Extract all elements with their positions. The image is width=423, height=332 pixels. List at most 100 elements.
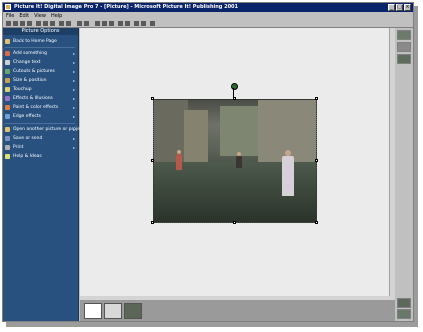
sidebar-item-touchup[interactable]: Touchup ▸ <box>3 85 78 94</box>
cutout-icon <box>5 69 10 74</box>
sidebar-item-print[interactable]: Print ▸ <box>3 143 78 152</box>
open-icon[interactable] <box>13 21 18 26</box>
chevron-right-icon: ▸ <box>72 127 75 132</box>
filmstrip-thumbnail[interactable] <box>84 303 102 319</box>
sidebar-divider <box>5 47 75 48</box>
app-icon[interactable] <box>5 4 11 10</box>
cut-icon[interactable] <box>36 21 41 26</box>
add-icon <box>5 51 10 56</box>
sidebar-item-edge-effects[interactable]: Edge effects ▸ <box>3 112 78 121</box>
close-button[interactable]: × <box>404 4 411 11</box>
paste-icon[interactable] <box>50 21 55 26</box>
picture-options-sidebar: Picture Options Back to Home Page Add so… <box>3 28 84 321</box>
right-thumbnail[interactable] <box>397 298 411 308</box>
sidebar-item-label: Back to Home Page <box>13 39 57 44</box>
zoom-out-icon[interactable] <box>84 21 89 26</box>
sidebar-item-label: Size & position <box>13 78 47 83</box>
sidebar-item-change-text[interactable]: Change text ▸ <box>3 58 78 67</box>
stack-icon[interactable] <box>141 21 146 26</box>
resize-icon <box>5 78 10 83</box>
edge-icon <box>5 114 10 119</box>
sidebar-item-label: Edge effects <box>13 114 41 119</box>
photo-person-center <box>236 156 242 168</box>
sidebar-divider <box>5 123 75 124</box>
window-controls: _ □ × <box>388 4 411 11</box>
chevron-right-icon: ▸ <box>72 78 75 83</box>
menu-help[interactable]: Help <box>51 12 62 20</box>
undo-icon[interactable] <box>59 21 64 26</box>
chevron-right-icon: ▸ <box>72 51 75 56</box>
menu-bar: File Edit View Help <box>3 12 413 20</box>
photo-rock-center <box>220 106 260 156</box>
chevron-right-icon: ▸ <box>72 60 75 65</box>
sidebar-item-help-ideas[interactable]: Help & Ideas <box>3 152 78 161</box>
menu-view[interactable]: View <box>34 12 46 20</box>
resize-handle-right[interactable] <box>315 159 318 162</box>
title-bar[interactable]: Picture It! Digital Image Pro 7 - [Pictu… <box>3 3 413 12</box>
sidebar-item-paint-color[interactable]: Paint & color effects ▸ <box>3 103 78 112</box>
menu-file[interactable]: File <box>6 12 14 20</box>
sidebar-item-label: Print <box>13 145 24 150</box>
photo-person-right-head <box>285 150 291 156</box>
photo-person-center-head <box>237 152 241 156</box>
minimize-button[interactable]: _ <box>388 4 395 11</box>
select-icon[interactable] <box>95 21 100 26</box>
layers-icon[interactable] <box>134 21 139 26</box>
zoom-in-icon[interactable] <box>77 21 82 26</box>
sidebar-item-size-position[interactable]: Size & position ▸ <box>3 76 78 85</box>
sidebar-item-open-another[interactable]: Open another picture or project ▸ <box>3 125 84 134</box>
touchup-icon <box>5 87 10 92</box>
copy-icon[interactable] <box>43 21 48 26</box>
window-title: Picture It! Digital Image Pro 7 - [Pictu… <box>14 4 239 10</box>
sidebar-item-cutouts[interactable]: Cutouts & pictures ▸ <box>3 67 78 76</box>
resize-handle-bottom-right[interactable] <box>315 221 318 224</box>
app-window: Picture It! Digital Image Pro 7 - [Pictu… <box>2 2 414 322</box>
help-icon <box>5 154 10 159</box>
sidebar-item-add-something[interactable]: Add something ▸ <box>3 49 78 58</box>
redo-icon[interactable] <box>66 21 71 26</box>
chevron-right-icon: ▸ <box>72 69 75 74</box>
photo-river-wading[interactable] <box>153 99 317 223</box>
print-icon[interactable] <box>27 21 32 26</box>
right-thumbnail-panel <box>395 28 413 321</box>
rotate-icon[interactable] <box>109 21 114 26</box>
sidebar-item-save-send[interactable]: Save or send ▸ <box>3 134 78 143</box>
right-thumbnail[interactable] <box>397 42 411 52</box>
resize-handle-bottom-left[interactable] <box>151 221 154 224</box>
photo-person-left-head <box>177 150 181 154</box>
menu-edit[interactable]: Edit <box>19 12 29 20</box>
home-icon <box>5 39 10 44</box>
filmstrip-tray <box>80 300 395 321</box>
sidebar-item-label: Effects & Illusions <box>13 96 53 101</box>
resize-handle-top-left[interactable] <box>151 97 154 100</box>
right-thumbnail[interactable] <box>397 309 411 319</box>
right-thumbnail[interactable] <box>397 30 411 40</box>
resize-handle-left[interactable] <box>151 159 154 162</box>
chevron-right-icon: ▸ <box>72 105 75 110</box>
chevron-right-icon: ▸ <box>72 87 75 92</box>
sidebar-item-label: Cutouts & pictures <box>13 69 55 74</box>
chevron-right-icon: ▸ <box>72 145 75 150</box>
paint-icon <box>5 105 10 110</box>
shape-tool-icon[interactable] <box>125 21 130 26</box>
text-icon <box>5 60 10 65</box>
effects-icon <box>5 96 10 101</box>
filmstrip-thumbnail[interactable] <box>104 303 122 319</box>
filmstrip-thumbnail[interactable] <box>124 303 142 319</box>
text-tool-icon[interactable] <box>118 21 123 26</box>
help-tool-icon[interactable] <box>150 21 155 26</box>
chevron-right-icon: ▸ <box>72 136 75 141</box>
save-icon[interactable] <box>20 21 25 26</box>
crop-icon[interactable] <box>102 21 107 26</box>
right-thumbnail[interactable] <box>397 54 411 64</box>
sidebar-item-effects[interactable]: Effects & Illusions ▸ <box>3 94 78 103</box>
resize-handle-top[interactable] <box>233 97 236 100</box>
save-icon <box>5 136 10 141</box>
sidebar-header: Picture Options <box>3 28 78 35</box>
resize-handle-top-right[interactable] <box>315 97 318 100</box>
sidebar-item-home[interactable]: Back to Home Page <box>3 37 78 46</box>
maximize-button[interactable]: □ <box>396 4 403 11</box>
resize-handle-bottom[interactable] <box>233 221 236 224</box>
photo-person-right <box>282 156 294 196</box>
new-icon[interactable] <box>6 21 11 26</box>
